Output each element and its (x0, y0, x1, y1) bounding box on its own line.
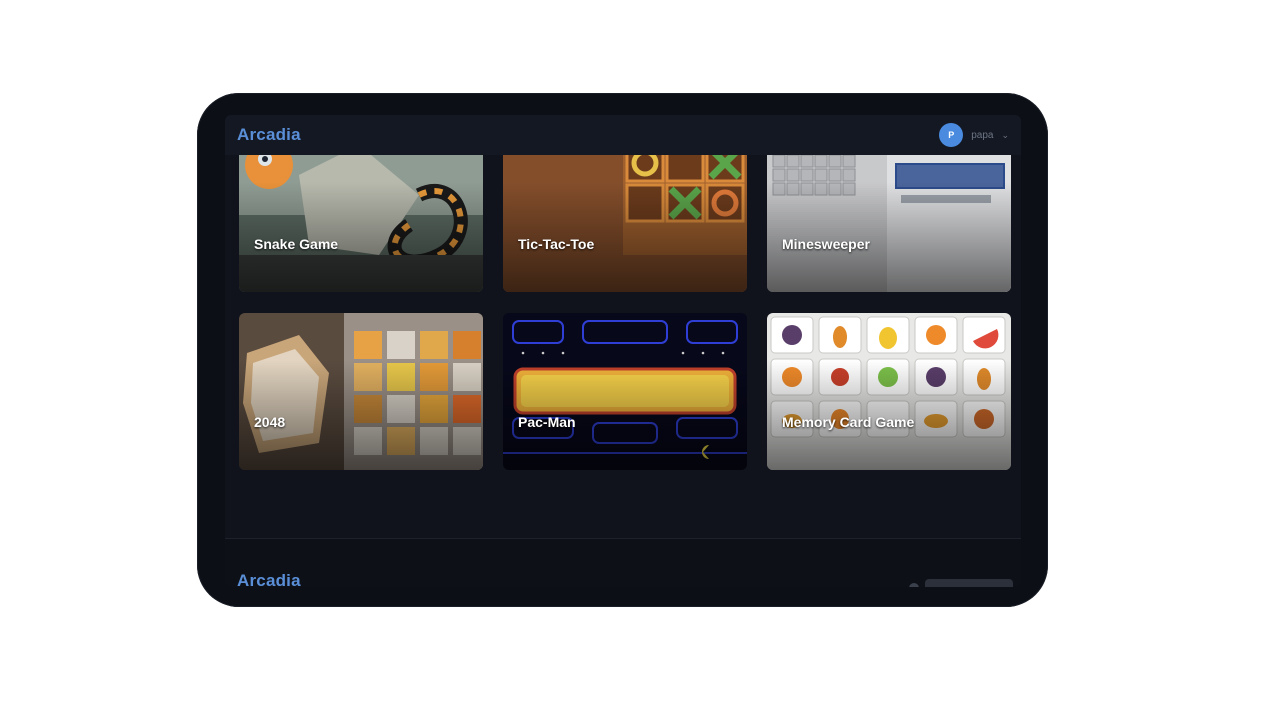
user-menu[interactable]: P papa ⌄ (939, 123, 1009, 147)
game-card-minesweeper[interactable]: Minesweeper (767, 135, 1011, 292)
game-title: Snake Game (254, 236, 339, 252)
game-title: Pac-Man (518, 414, 576, 430)
game-card-2048[interactable]: 2048 (239, 313, 483, 470)
game-title: 2048 (254, 414, 286, 430)
page-footer: Arcadia (225, 538, 1021, 587)
avatar[interactable]: P (939, 123, 964, 147)
social-icon[interactable] (909, 583, 919, 587)
game-card-pacman[interactable]: Pac-Man (503, 313, 747, 470)
game-card-tictactoe[interactable]: Tic-Tac-Toe (503, 135, 747, 292)
game-card-memory[interactable]: Memory Card Game (767, 313, 1011, 470)
top-navbar: Arcadia P papa ⌄ (225, 115, 1021, 155)
footer-logo[interactable]: Arcadia (237, 571, 301, 587)
app-logo[interactable]: Arcadia (237, 125, 301, 145)
game-title: Tic-Tac-Toe (518, 236, 595, 252)
chevron-down-icon[interactable]: ⌄ (1001, 130, 1009, 141)
game-title: Memory Card Game (782, 414, 915, 430)
username-label[interactable]: papa (971, 130, 993, 141)
footer-button[interactable] (925, 579, 1013, 587)
game-card-snake[interactable]: Snake Game (239, 135, 483, 292)
game-title: Minesweeper (782, 236, 870, 252)
game-grid: Snake Game Tic-Tac-Toe Minesweeper 2048 … (239, 135, 1011, 475)
app-screen: Arcadia P papa ⌄ Snake Game Tic-Tac-Toe … (225, 115, 1021, 587)
tablet-device-frame: Arcadia P papa ⌄ Snake Game Tic-Tac-Toe … (197, 93, 1048, 607)
